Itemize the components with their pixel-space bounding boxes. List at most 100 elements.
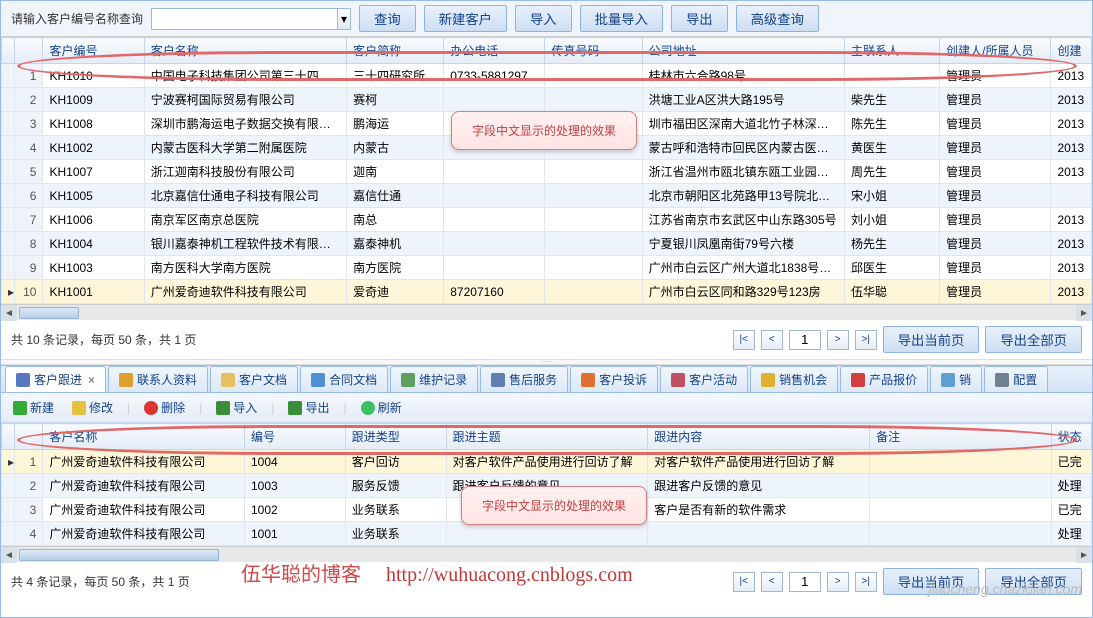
new-button[interactable]: 新建 <box>9 397 58 418</box>
cell-fax <box>545 208 642 232</box>
cell-cont: 跟进客户反馈的意见 <box>648 474 870 498</box>
close-icon[interactable]: × <box>88 373 95 387</box>
grid1-horizontal-scrollbar[interactable]: ◄ ► <box>1 304 1092 320</box>
tab-11[interactable]: 配置 <box>984 366 1048 392</box>
page-input[interactable] <box>789 572 821 592</box>
query-button[interactable]: 查询 <box>359 5 416 32</box>
header-row: 客户编号 客户名称 客户简称 办公电话 传真号码 公司地址 主联系人 创建人/所… <box>2 38 1092 64</box>
col-customer-name[interactable]: 客户名称 <box>43 424 245 450</box>
table-row[interactable]: 4 广州爱奇迪软件科技有限公司 1001 业务联系 处理 <box>2 522 1092 546</box>
prev-page-button[interactable]: < <box>761 330 783 350</box>
page-input[interactable] <box>789 330 821 350</box>
last-page-button[interactable]: >| <box>855 572 877 592</box>
tab-9[interactable]: 产品报价 <box>840 366 928 392</box>
col-followup-subject[interactable]: 跟进主题 <box>446 424 648 450</box>
cell-addr: 浙江省温州市瓯北镇东瓯工业园… <box>642 160 844 184</box>
table-row[interactable]: 7 KH1006 南京军区南京总医院 南总 江苏省南京市玄武区中山东路305号 … <box>2 208 1092 232</box>
tab-5[interactable]: 售后服务 <box>480 366 568 392</box>
col-status[interactable]: 状态 <box>1051 424 1091 450</box>
table-row[interactable]: ▸ 1 广州爱奇迪软件科技有限公司 1004 客户回访 对客户软件产品使用进行回… <box>2 450 1092 474</box>
scroll-thumb[interactable] <box>19 549 219 561</box>
next-page-button[interactable]: > <box>827 572 849 592</box>
dropdown-icon[interactable]: ▾ <box>337 8 351 30</box>
new-customer-button[interactable]: 新建客户 <box>424 5 507 32</box>
col-followup-type[interactable]: 跟进类型 <box>345 424 446 450</box>
row-number: 3 <box>15 112 43 136</box>
export-current-page-button[interactable]: 导出当前页 <box>883 326 980 353</box>
export-button2[interactable]: 导出 <box>284 397 333 418</box>
cell-type: 业务联系 <box>345 498 446 522</box>
col-main-contact[interactable]: 主联系人 <box>845 38 940 64</box>
col-no[interactable]: 编号 <box>244 424 345 450</box>
col-fax[interactable]: 传真号码 <box>545 38 642 64</box>
tab-0[interactable]: 客户跟进× <box>5 366 106 392</box>
col-memo[interactable]: 备注 <box>870 424 1051 450</box>
col-customer-name[interactable]: 客户名称 <box>144 38 346 64</box>
cell-name: 北京嘉信仕通电子科技有限公司 <box>144 184 346 208</box>
col-creator[interactable]: 创建人/所属人员 <box>940 38 1051 64</box>
refresh-button[interactable]: 刷新 <box>357 397 406 418</box>
tab-8[interactable]: 销售机会 <box>750 366 838 392</box>
customer-grid: 客户编号 客户名称 客户简称 办公电话 传真号码 公司地址 主联系人 创建人/所… <box>1 37 1092 304</box>
scroll-thumb[interactable] <box>19 307 79 319</box>
cell-addr: 宁夏银川凤凰南街79号六楼 <box>642 232 844 256</box>
pager-summary: 共 4 条记录，每页 50 条，共 1 页 <box>11 573 190 590</box>
batch-import-button[interactable]: 批量导入 <box>580 5 663 32</box>
cell-type: 客户回访 <box>345 450 446 474</box>
table-row[interactable]: ▸ 10 KH1001 广州爱奇迪软件科技有限公司 爱奇迪 87207160 广… <box>2 280 1092 304</box>
row-indicator: ▸ <box>2 280 15 304</box>
edit-button[interactable]: 修改 <box>68 397 117 418</box>
tab-6[interactable]: 客户投诉 <box>570 366 658 392</box>
cell-creator: 管理员 <box>940 280 1051 304</box>
col-customer-id[interactable]: 客户编号 <box>43 38 144 64</box>
table-row[interactable]: 1 KH1010 中国电子科技集团公司第三十四研… 三十四研究所 0733-58… <box>2 64 1092 88</box>
tab-7[interactable]: 客户活动 <box>660 366 748 392</box>
cell-no: 1001 <box>244 522 345 546</box>
first-page-button[interactable]: |< <box>733 330 755 350</box>
table-row[interactable]: 5 KH1007 浙江迦南科技股份有限公司 迦南 浙江省温州市瓯北镇东瓯工业园…… <box>2 160 1092 184</box>
export-button[interactable]: 导出 <box>671 5 728 32</box>
import-button[interactable]: 导入 <box>515 5 572 32</box>
scroll-right-icon[interactable]: ► <box>1076 305 1092 321</box>
export-all-pages-button[interactable]: 导出全部页 <box>985 326 1082 353</box>
row-number: 8 <box>15 232 43 256</box>
tab-2[interactable]: 客户文档 <box>210 366 298 392</box>
prev-page-button[interactable]: < <box>761 572 783 592</box>
cell-no: 1002 <box>244 498 345 522</box>
delete-button[interactable]: 删除 <box>140 397 189 418</box>
col-office-phone[interactable]: 办公电话 <box>444 38 545 64</box>
advanced-query-button[interactable]: 高级查询 <box>736 5 819 32</box>
import-button2[interactable]: 导入 <box>212 397 261 418</box>
tab-label: 维护记录 <box>419 371 467 388</box>
search-label: 请输入客户编号名称查询 <box>11 10 143 27</box>
export-icon <box>288 401 302 415</box>
last-page-button[interactable]: >| <box>855 330 877 350</box>
scroll-left-icon[interactable]: ◄ <box>1 547 17 563</box>
rownum-header <box>15 424 43 450</box>
tab-4[interactable]: 维护记录 <box>390 366 478 392</box>
table-row[interactable]: 6 KH1005 北京嘉信仕通电子科技有限公司 嘉信仕通 北京市朝阳区北苑路甲1… <box>2 184 1092 208</box>
next-page-button[interactable]: > <box>827 330 849 350</box>
table-row[interactable]: 8 KH1004 银川嘉泰神机工程软件技术有限公司 嘉泰神机 宁夏银川凤凰南街7… <box>2 232 1092 256</box>
cell-stat: 处理 <box>1051 522 1091 546</box>
cell-id: KH1009 <box>43 88 144 112</box>
table-row[interactable]: 9 KH1003 南方医科大学南方医院 南方医院 广州市白云区广州大道北1838… <box>2 256 1092 280</box>
table-row[interactable]: 2 KH1009 宁波赛柯国际贸易有限公司 赛柯 洪塘工业A区洪大路195号 柴… <box>2 88 1092 112</box>
scroll-left-icon[interactable]: ◄ <box>1 305 17 321</box>
cell-name: 广州爱奇迪软件科技有限公司 <box>43 498 245 522</box>
cell-no: 1003 <box>244 474 345 498</box>
col-short-name[interactable]: 客户简称 <box>347 38 444 64</box>
scroll-right-icon[interactable]: ► <box>1076 547 1092 563</box>
first-page-button[interactable]: |< <box>733 572 755 592</box>
cell-contact: 周先生 <box>845 160 940 184</box>
row-indicator <box>2 256 15 280</box>
delete-icon <box>144 401 158 415</box>
tab-1[interactable]: 联系人资料 <box>108 366 208 392</box>
tab-10[interactable]: 销 <box>930 366 982 392</box>
col-followup-content[interactable]: 跟进内容 <box>648 424 870 450</box>
col-create-time[interactable]: 创建 <box>1051 38 1092 64</box>
tab-3[interactable]: 合同文档 <box>300 366 388 392</box>
cell-contact: 刘小姐 <box>845 208 940 232</box>
search-input[interactable] <box>151 8 337 30</box>
col-company-address[interactable]: 公司地址 <box>642 38 844 64</box>
